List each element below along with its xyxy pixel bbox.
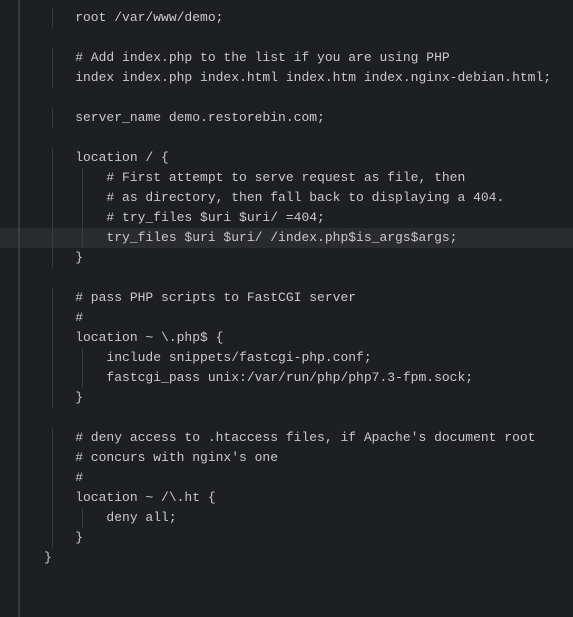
code-text: # deny access to .htaccess files, if Apa… bbox=[44, 430, 535, 445]
code-text: location ~ \.php$ { bbox=[44, 330, 223, 345]
indent-guide bbox=[52, 488, 53, 508]
code-text: location / { bbox=[44, 150, 169, 165]
indent-guide bbox=[52, 248, 53, 268]
code-line[interactable]: try_files $uri $uri/ /index.php$is_args$… bbox=[0, 228, 573, 248]
indent-guide bbox=[52, 428, 53, 448]
code-line[interactable]: location ~ /\.ht { bbox=[0, 488, 573, 508]
indent-guide bbox=[52, 208, 53, 228]
indent-guide bbox=[52, 108, 53, 128]
code-text: # Add index.php to the list if you are u… bbox=[44, 50, 450, 65]
code-line[interactable] bbox=[0, 268, 573, 288]
code-text: fastcgi_pass unix:/var/run/php/php7.3-fp… bbox=[44, 370, 473, 385]
indent-guide bbox=[82, 168, 83, 188]
indent-guide bbox=[82, 208, 83, 228]
code-line[interactable]: # bbox=[0, 468, 573, 488]
code-text: location ~ /\.ht { bbox=[44, 490, 216, 505]
code-line[interactable]: location / { bbox=[0, 148, 573, 168]
indent-guide bbox=[82, 348, 83, 368]
code-text: try_files $uri $uri/ /index.php$is_args$… bbox=[44, 230, 457, 245]
indent-guide bbox=[52, 508, 53, 528]
code-line[interactable]: # as directory, then fall back to displa… bbox=[0, 188, 573, 208]
code-line[interactable] bbox=[0, 128, 573, 148]
code-line[interactable]: index index.php index.html index.htm ind… bbox=[0, 68, 573, 88]
code-text: server_name demo.restorebin.com; bbox=[44, 110, 325, 125]
code-line[interactable]: } bbox=[0, 388, 573, 408]
code-text: # First attempt to serve request as file… bbox=[44, 170, 465, 185]
indent-guide bbox=[82, 368, 83, 388]
code-text: index index.php index.html index.htm ind… bbox=[44, 70, 551, 85]
code-line[interactable]: include snippets/fastcgi-php.conf; bbox=[0, 348, 573, 368]
code-text: # bbox=[44, 310, 83, 325]
code-line[interactable]: } bbox=[0, 528, 573, 548]
indent-guide bbox=[82, 188, 83, 208]
indent-guide bbox=[52, 328, 53, 348]
indent-guide bbox=[52, 68, 53, 88]
indent-guide bbox=[52, 468, 53, 488]
code-text: root /var/www/demo; bbox=[44, 10, 223, 25]
code-line[interactable]: # Add index.php to the list if you are u… bbox=[0, 48, 573, 68]
indent-guide bbox=[52, 308, 53, 328]
indent-guide bbox=[52, 388, 53, 408]
code-line[interactable]: deny all; bbox=[0, 508, 573, 528]
code-line[interactable]: # pass PHP scripts to FastCGI server bbox=[0, 288, 573, 308]
indent-guide bbox=[82, 228, 83, 248]
code-line[interactable]: root /var/www/demo; bbox=[0, 8, 573, 28]
code-text: # as directory, then fall back to displa… bbox=[44, 190, 504, 205]
code-line[interactable]: } bbox=[0, 548, 573, 568]
code-text: # pass PHP scripts to FastCGI server bbox=[44, 290, 356, 305]
code-line[interactable]: location ~ \.php$ { bbox=[0, 328, 573, 348]
code-line[interactable]: # try_files $uri $uri/ =404; bbox=[0, 208, 573, 228]
code-text: deny all; bbox=[44, 510, 177, 525]
indent-guide bbox=[52, 168, 53, 188]
code-text: # try_files $uri $uri/ =404; bbox=[44, 210, 325, 225]
code-text: } bbox=[44, 550, 52, 565]
code-line[interactable]: server_name demo.restorebin.com; bbox=[0, 108, 573, 128]
code-line[interactable] bbox=[0, 88, 573, 108]
code-line[interactable]: # deny access to .htaccess files, if Apa… bbox=[0, 428, 573, 448]
code-line[interactable]: # concurs with nginx's one bbox=[0, 448, 573, 468]
indent-guide bbox=[52, 288, 53, 308]
code-line[interactable] bbox=[0, 28, 573, 48]
code-line[interactable]: } bbox=[0, 248, 573, 268]
code-text: include snippets/fastcgi-php.conf; bbox=[44, 350, 372, 365]
code-line[interactable]: # First attempt to serve request as file… bbox=[0, 168, 573, 188]
code-editor[interactable]: root /var/www/demo; # Add index.php to t… bbox=[0, 0, 573, 617]
code-line[interactable] bbox=[0, 408, 573, 428]
code-text: } bbox=[44, 390, 83, 405]
indent-guide bbox=[52, 228, 53, 248]
indent-guide bbox=[52, 8, 53, 28]
code-line[interactable]: fastcgi_pass unix:/var/run/php/php7.3-fp… bbox=[0, 368, 573, 388]
code-lines-container: root /var/www/demo; # Add index.php to t… bbox=[0, 8, 573, 568]
code-text: } bbox=[44, 250, 83, 265]
indent-guide bbox=[82, 508, 83, 528]
indent-guide bbox=[52, 448, 53, 468]
code-text: # bbox=[44, 470, 83, 485]
indent-guide bbox=[52, 148, 53, 168]
code-text: # concurs with nginx's one bbox=[44, 450, 278, 465]
code-line[interactable]: # bbox=[0, 308, 573, 328]
indent-guide bbox=[52, 48, 53, 68]
indent-guide bbox=[52, 348, 53, 368]
indent-guide bbox=[52, 528, 53, 548]
indent-guide bbox=[52, 188, 53, 208]
indent-guide bbox=[52, 368, 53, 388]
code-text: } bbox=[44, 530, 83, 545]
